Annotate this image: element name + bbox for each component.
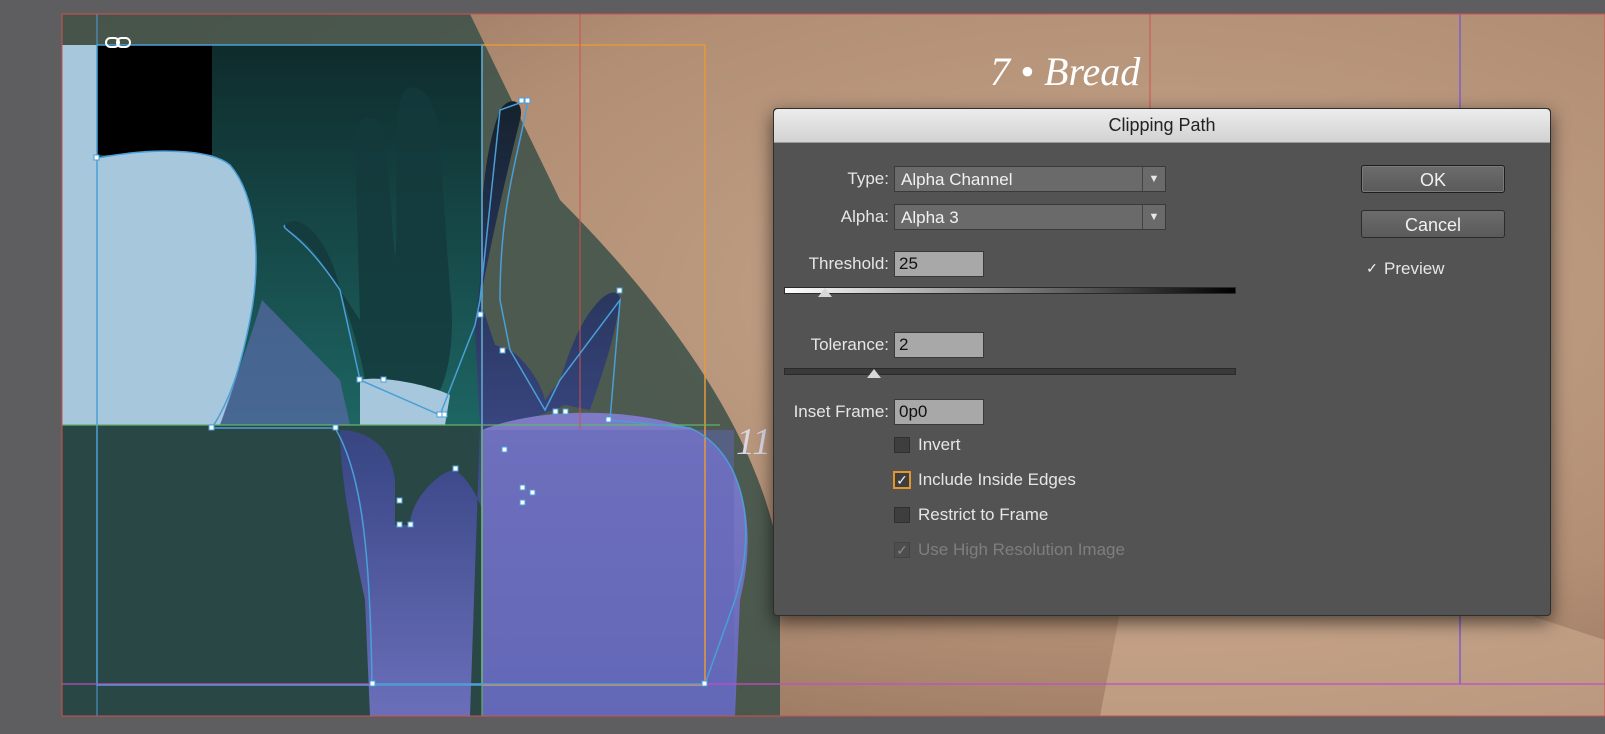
use-high-resolution-image-label: Use High Resolution Image	[918, 540, 1125, 559]
alpha-dropdown-value: Alpha 3	[901, 208, 959, 227]
inset-frame-label: Inset Frame:	[793, 402, 889, 421]
invert-option[interactable]: Invert	[894, 434, 961, 456]
use-high-resolution-image-checkbox: ✓	[894, 542, 910, 558]
chevron-down-icon: ▼	[1142, 205, 1165, 229]
chevron-down-icon: ▼	[1142, 167, 1165, 191]
alpha-dropdown[interactable]: Alpha 3 ▼	[894, 204, 1166, 230]
tolerance-slider-track[interactable]	[784, 368, 1236, 375]
include-inside-edges-option[interactable]: ✓ Include Inside Edges	[894, 469, 1076, 491]
restrict-to-frame-checkbox[interactable]	[894, 507, 910, 523]
partial-page-number: 11	[736, 421, 772, 463]
restrict-to-frame-label: Restrict to Frame	[918, 505, 1049, 524]
preview-label: Preview	[1384, 259, 1445, 278]
preview-checkbox[interactable]: ✓	[1364, 261, 1380, 277]
invert-label: Invert	[918, 435, 961, 454]
tolerance-slider-thumb[interactable]	[867, 369, 881, 378]
cancel-button[interactable]: Cancel	[1361, 210, 1505, 238]
restrict-to-frame-option[interactable]: Restrict to Frame	[894, 504, 1048, 526]
checkmark-icon: ✓	[896, 472, 908, 488]
preview-option[interactable]: ✓ Preview	[1364, 258, 1444, 280]
checkmark-icon: ✓	[896, 542, 908, 558]
black-corner	[97, 45, 212, 155]
inset-frame-field[interactable]: 0p0	[894, 399, 984, 425]
ok-button[interactable]: OK	[1361, 165, 1505, 193]
threshold-label: Threshold:	[808, 254, 889, 273]
threshold-slider-thumb[interactable]	[817, 288, 832, 297]
type-label: Type:	[847, 169, 889, 188]
dialog-title-bar[interactable]: Clipping Path	[774, 109, 1550, 143]
dialog-title: Clipping Path	[1108, 115, 1216, 135]
running-head: 7 • Bread	[990, 49, 1141, 94]
clipping-path-dialog: Clipping Path Type: Alpha Channel ▼ Alph…	[773, 108, 1551, 616]
type-dropdown[interactable]: Alpha Channel ▼	[894, 166, 1166, 192]
threshold-slider-track[interactable]	[784, 287, 1236, 294]
tolerance-label: Tolerance:	[810, 335, 889, 354]
type-dropdown-value: Alpha Channel	[901, 170, 1013, 189]
tolerance-field[interactable]: 2	[894, 332, 984, 358]
invert-checkbox[interactable]	[894, 437, 910, 453]
checkmark-icon: ✓	[1366, 260, 1378, 276]
alpha-label: Alpha:	[840, 207, 889, 226]
include-inside-edges-label: Include Inside Edges	[918, 470, 1076, 489]
include-inside-edges-checkbox[interactable]: ✓	[894, 472, 910, 488]
use-high-resolution-image-option: ✓ Use High Resolution Image	[894, 539, 1125, 561]
threshold-field[interactable]: 25	[894, 251, 984, 277]
